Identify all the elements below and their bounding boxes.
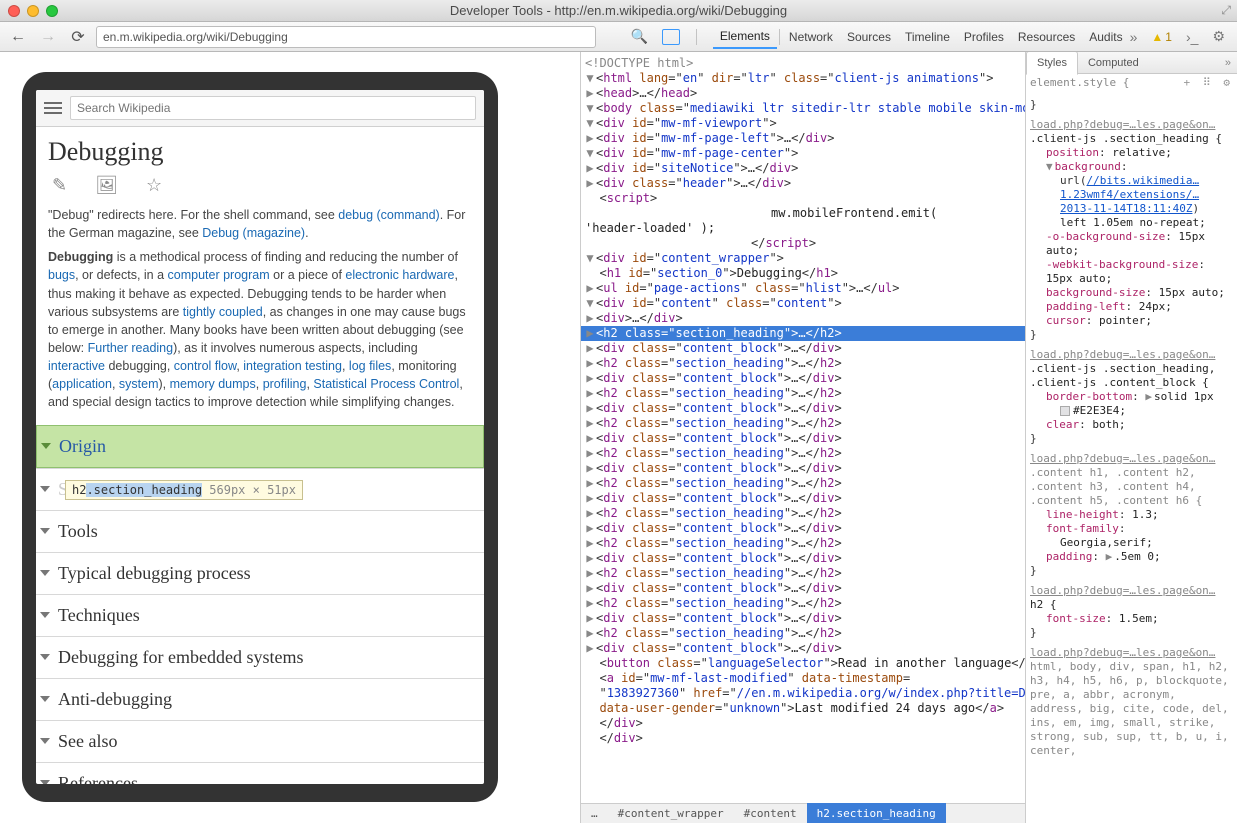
section-heading-tools[interactable]: Tools — [36, 510, 484, 552]
section-heading-seealso[interactable]: See also — [36, 720, 484, 762]
search-input[interactable] — [70, 96, 476, 120]
mobile-header — [36, 90, 484, 127]
page-title: Debugging — [36, 127, 484, 171]
more-tabs-icon[interactable]: » — [1130, 29, 1138, 45]
url-bar[interactable]: en.m.wikipedia.org/wiki/Debugging — [96, 26, 596, 48]
device-frame: Debugging ✎ 🖼 ☆ "Debug" redirects here. … — [22, 72, 498, 802]
link-debug-magazine[interactable]: Debug (magazine) — [202, 226, 305, 240]
window-titlebar: Developer Tools - http://en.m.wikipedia.… — [0, 0, 1237, 22]
source-link[interactable]: load.php?debug=…les.page&on… — [1030, 348, 1233, 362]
redirect-notice: "Debug" redirects here. For the shell co… — [48, 206, 472, 242]
section-heading-origin[interactable]: Origin — [36, 425, 484, 468]
tab-network[interactable]: Network — [782, 26, 840, 48]
tab-timeline[interactable]: Timeline — [898, 26, 957, 48]
element-style-header: element.style { + ⠿ ⚙ — [1026, 74, 1237, 96]
hamburger-menu-icon[interactable] — [44, 102, 62, 114]
browser-toolbar: ← → ⟳ en.m.wikipedia.org/wiki/Debugging … — [0, 22, 1237, 52]
device-preview-pane: Debugging ✎ 🖼 ☆ "Debug" redirects here. … — [0, 52, 580, 823]
tab-profiles[interactable]: Profiles — [957, 26, 1011, 48]
window-title: Developer Tools - http://en.m.wikipedia.… — [0, 3, 1237, 18]
tab-computed[interactable]: Computed — [1078, 52, 1149, 74]
device-screen: Debugging ✎ 🖼 ☆ "Debug" redirects here. … — [36, 90, 484, 784]
more-style-tabs-icon[interactable]: » — [1225, 56, 1237, 70]
forward-button[interactable]: → — [36, 26, 60, 48]
styles-tabs: Styles Computed » — [1026, 52, 1237, 74]
settings-gear-icon[interactable]: ⚙ — [1212, 28, 1225, 45]
dom-breadcrumb[interactable]: … #content_wrapper #content h2.section_h… — [581, 803, 1025, 823]
link-debug-command[interactable]: debug (command) — [338, 208, 439, 222]
styles-body[interactable]: } load.php?debug=…les.page&on… .client-j… — [1026, 96, 1237, 823]
section-heading-typical[interactable]: Typical debugging process — [36, 552, 484, 594]
section-heading-anti[interactable]: Anti-debugging — [36, 678, 484, 720]
page-actions: ✎ 🖼 ☆ — [36, 171, 484, 206]
tab-styles[interactable]: Styles — [1026, 52, 1078, 75]
source-link[interactable]: load.php?debug=…les.page&on… — [1030, 646, 1233, 660]
reload-button[interactable]: ⟳ — [66, 26, 90, 48]
tab-sources[interactable]: Sources — [840, 26, 898, 48]
edit-icon[interactable]: ✎ — [52, 175, 67, 196]
devtools-tabs: Elements Network Sources Timeline Profil… — [713, 25, 1138, 49]
style-tools-icons[interactable]: + ⠿ ⚙ — [1183, 76, 1233, 90]
warnings-badge[interactable]: ▲1 — [1151, 30, 1172, 44]
intro-paragraph: Debugging is a methodical process of fin… — [48, 248, 472, 411]
selected-dom-node[interactable]: ▶<h2 class="section_heading">…</h2> — [581, 326, 1025, 341]
section-heading-embedded[interactable]: Debugging for embedded systems — [36, 636, 484, 678]
section-heading-techniques[interactable]: Techniques — [36, 594, 484, 636]
color-swatch[interactable] — [1060, 406, 1070, 416]
element-inspect-tooltip: h2.section_heading 569px × 51px — [65, 480, 303, 500]
tab-resources[interactable]: Resources — [1011, 26, 1082, 48]
upload-image-icon[interactable]: 🖼 — [95, 175, 118, 196]
dom-tree[interactable]: <!DOCTYPE html> ▼<html lang="en" dir="lt… — [581, 52, 1025, 823]
console-drawer-icon[interactable]: ›_ — [1186, 29, 1198, 45]
article-content: "Debug" redirects here. For the shell co… — [36, 206, 484, 425]
section-heading-references[interactable]: References — [36, 762, 484, 784]
source-link[interactable]: load.php?debug=…les.page&on… — [1030, 584, 1233, 598]
elements-panel: <!DOCTYPE html> ▼<html lang="en" dir="lt… — [580, 52, 1237, 823]
back-button[interactable]: ← — [6, 26, 30, 48]
tab-audits[interactable]: Audits — [1082, 26, 1129, 48]
watch-star-icon[interactable]: ☆ — [146, 175, 162, 196]
tab-elements[interactable]: Elements — [713, 25, 777, 49]
device-mode-button[interactable] — [662, 29, 680, 45]
devtools-toolbar: 🔍 Elements Network Sources Timeline Prof… — [630, 25, 1231, 49]
source-link[interactable]: load.php?debug=…les.page&on… — [1030, 118, 1233, 132]
search-icon[interactable]: 🔍 — [630, 28, 647, 45]
expand-icon[interactable]: ⤢ — [1221, 3, 1231, 18]
source-link[interactable]: load.php?debug=…les.page&on… — [1030, 452, 1233, 466]
styles-sidebar: Styles Computed » element.style { + ⠿ ⚙ … — [1025, 52, 1237, 823]
